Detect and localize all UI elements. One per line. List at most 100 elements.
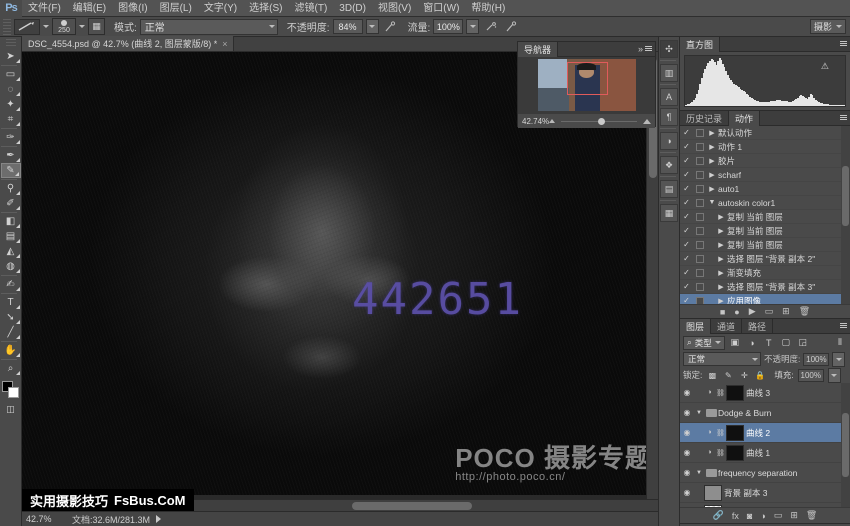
opacity-stepper[interactable]	[366, 19, 379, 34]
layer-fill-input[interactable]: 100%	[798, 369, 824, 382]
action-expand-arrow-icon[interactable]: ▶	[706, 157, 718, 165]
action-row[interactable]: ✓▶复制 当前 图层	[680, 238, 850, 252]
slider-knob[interactable]	[598, 118, 605, 125]
status-zoom-level[interactable]: 42.7%	[26, 514, 66, 524]
action-dialog-toggle[interactable]	[693, 185, 706, 193]
histogram-dock-icon[interactable]: ▥	[660, 64, 678, 82]
action-row[interactable]: ✓▶胶片	[680, 154, 850, 168]
eraser-tool[interactable]: ◧	[1, 214, 21, 229]
layer-opacity-input[interactable]: 100%	[803, 353, 829, 366]
adjustment-filter-icon[interactable]: ◑	[745, 336, 759, 350]
path-selection-tool[interactable]: ➘	[1, 310, 21, 325]
lock-all-icon[interactable]: 🔒	[754, 369, 766, 381]
action-dialog-toggle[interactable]	[693, 269, 706, 277]
actions-panel-tab-1[interactable]: 动作	[729, 111, 760, 126]
layer-opacity-stepper[interactable]	[832, 352, 845, 367]
action-row[interactable]: ✓▶复制 当前 图层	[680, 224, 850, 238]
flow-input[interactable]: 100%	[433, 19, 463, 34]
layer-visibility-icon[interactable]: ◉	[680, 388, 694, 397]
layer-row[interactable]: ◉图层 1	[680, 503, 850, 507]
layer-thumbnail[interactable]	[726, 425, 744, 441]
navigator-preview[interactable]	[518, 57, 655, 113]
layer-thumbnail[interactable]	[704, 505, 722, 508]
action-expand-arrow-icon[interactable]: ▶	[715, 227, 727, 235]
brush-preset-preview[interactable]	[14, 19, 40, 35]
action-expand-arrow-icon[interactable]: ▶	[715, 255, 727, 263]
options-bar-grip[interactable]	[3, 19, 11, 35]
action-enabled-checkbox[interactable]: ✓	[680, 254, 693, 263]
marquee-tool[interactable]: ▭	[1, 67, 21, 82]
adjustment-icon[interactable]: ◑	[760, 511, 765, 521]
mask-link-icon[interactable]: ⛓	[715, 429, 726, 437]
action-row[interactable]: ✓▶scharf	[680, 168, 850, 182]
adjustment-layer-icon[interactable]: ◑	[704, 389, 715, 396]
action-row[interactable]: ✓▶渐变填充	[680, 266, 850, 280]
brush-panel-toggle-button[interactable]: ▦	[88, 18, 105, 35]
action-enabled-checkbox[interactable]: ✓	[680, 184, 693, 193]
delete-layer-icon[interactable]: 🗑	[806, 510, 817, 521]
link-icon[interactable]: 🔗	[713, 510, 724, 521]
menu-item-1[interactable]: 编辑(E)	[67, 0, 112, 17]
action-enabled-checkbox[interactable]: ✓	[680, 268, 693, 277]
actions-scroll-thumb[interactable]	[842, 166, 849, 226]
type-tool[interactable]: T	[1, 295, 21, 310]
navigator-view-box[interactable]	[567, 62, 608, 95]
hand-tool[interactable]: ✋	[1, 343, 21, 358]
adjustment-layer-icon[interactable]: ◑	[704, 449, 715, 456]
action-dialog-toggle[interactable]	[693, 199, 706, 207]
layer-visibility-icon[interactable]: ◉	[680, 468, 694, 477]
layer-visibility-icon[interactable]: ◉	[680, 448, 694, 457]
dodge-tool[interactable]: ◍	[1, 259, 21, 274]
action-dialog-toggle[interactable]	[693, 143, 706, 151]
brush-preset-chevron-down-icon[interactable]	[43, 25, 49, 28]
properties-dock-icon[interactable]: ▤	[660, 180, 678, 198]
quick-selection-tool[interactable]: ✦	[1, 97, 21, 112]
lock-transparency-icon[interactable]: ▩	[706, 369, 718, 381]
layers-scroll-thumb[interactable]	[842, 413, 849, 477]
fx-icon[interactable]: fx	[732, 511, 739, 521]
layer-row[interactable]: ◉▼Dodge & Burn	[680, 403, 850, 423]
styles-dock-icon[interactable]: ❖	[660, 156, 678, 174]
paragraph-dock-icon[interactable]: ¶	[660, 108, 678, 126]
smart-object-filter-icon[interactable]: ◲	[796, 336, 810, 350]
airbrush-icon[interactable]	[482, 18, 499, 35]
menu-item-7[interactable]: 3D(D)	[333, 0, 372, 17]
eyedropper-tool[interactable]: ✑	[1, 130, 21, 145]
brush-size-chevron-down-icon[interactable]	[79, 25, 85, 28]
opacity-input[interactable]: 84%	[333, 19, 363, 34]
panel-menu-icon[interactable]	[840, 41, 847, 48]
navigator-dock-icon[interactable]: ✣	[660, 40, 678, 58]
action-expand-arrow-icon[interactable]: ▼	[706, 199, 718, 206]
action-dialog-toggle[interactable]	[693, 129, 706, 137]
action-enabled-checkbox[interactable]: ✓	[680, 198, 693, 207]
toggle-filter-icon[interactable]: ⦀	[833, 336, 847, 350]
gradient-tool[interactable]: ▤	[1, 229, 21, 244]
layer-blend-mode-select[interactable]: 正常	[683, 352, 761, 366]
mask-link-icon[interactable]: ⛓	[715, 389, 726, 397]
action-enabled-checkbox[interactable]: ✓	[680, 156, 693, 165]
layers-panel-controls[interactable]	[840, 323, 847, 330]
menu-item-4[interactable]: 文字(Y)	[198, 0, 243, 17]
flow-pressure-icon[interactable]	[502, 18, 519, 35]
shape-filter-icon[interactable]: ▢	[779, 336, 793, 350]
menu-item-2[interactable]: 图像(I)	[112, 0, 153, 17]
action-enabled-checkbox[interactable]: ✓	[680, 240, 693, 249]
zoom-out-icon[interactable]	[549, 119, 555, 123]
actions-scrollbar[interactable]	[841, 126, 850, 304]
quick-mask-icon[interactable]: ◫	[1, 403, 21, 415]
action-row[interactable]: ✓▶复制 当前 图层	[680, 210, 850, 224]
action-expand-arrow-icon[interactable]: ▶	[715, 213, 727, 221]
pen-tool[interactable]: ✍	[1, 277, 21, 292]
play-icon[interactable]: ▶	[749, 306, 756, 317]
collapse-icon[interactable]: »	[638, 44, 643, 54]
menu-item-9[interactable]: 窗口(W)	[417, 0, 465, 17]
opacity-pressure-icon[interactable]	[382, 18, 399, 35]
layers-panel-tab-0[interactable]: 图层	[680, 319, 711, 334]
layer-visibility-icon[interactable]: ◉	[680, 428, 694, 437]
delete-icon[interactable]: 🗑	[799, 306, 810, 317]
lasso-tool[interactable]: ◌	[1, 82, 21, 97]
close-icon[interactable]: ×	[222, 39, 227, 49]
layer-row[interactable]: ◉◑⛓曲线 1	[680, 443, 850, 463]
navigator-tab[interactable]: 导航器	[518, 42, 558, 57]
layer-fill-stepper[interactable]	[828, 368, 841, 383]
